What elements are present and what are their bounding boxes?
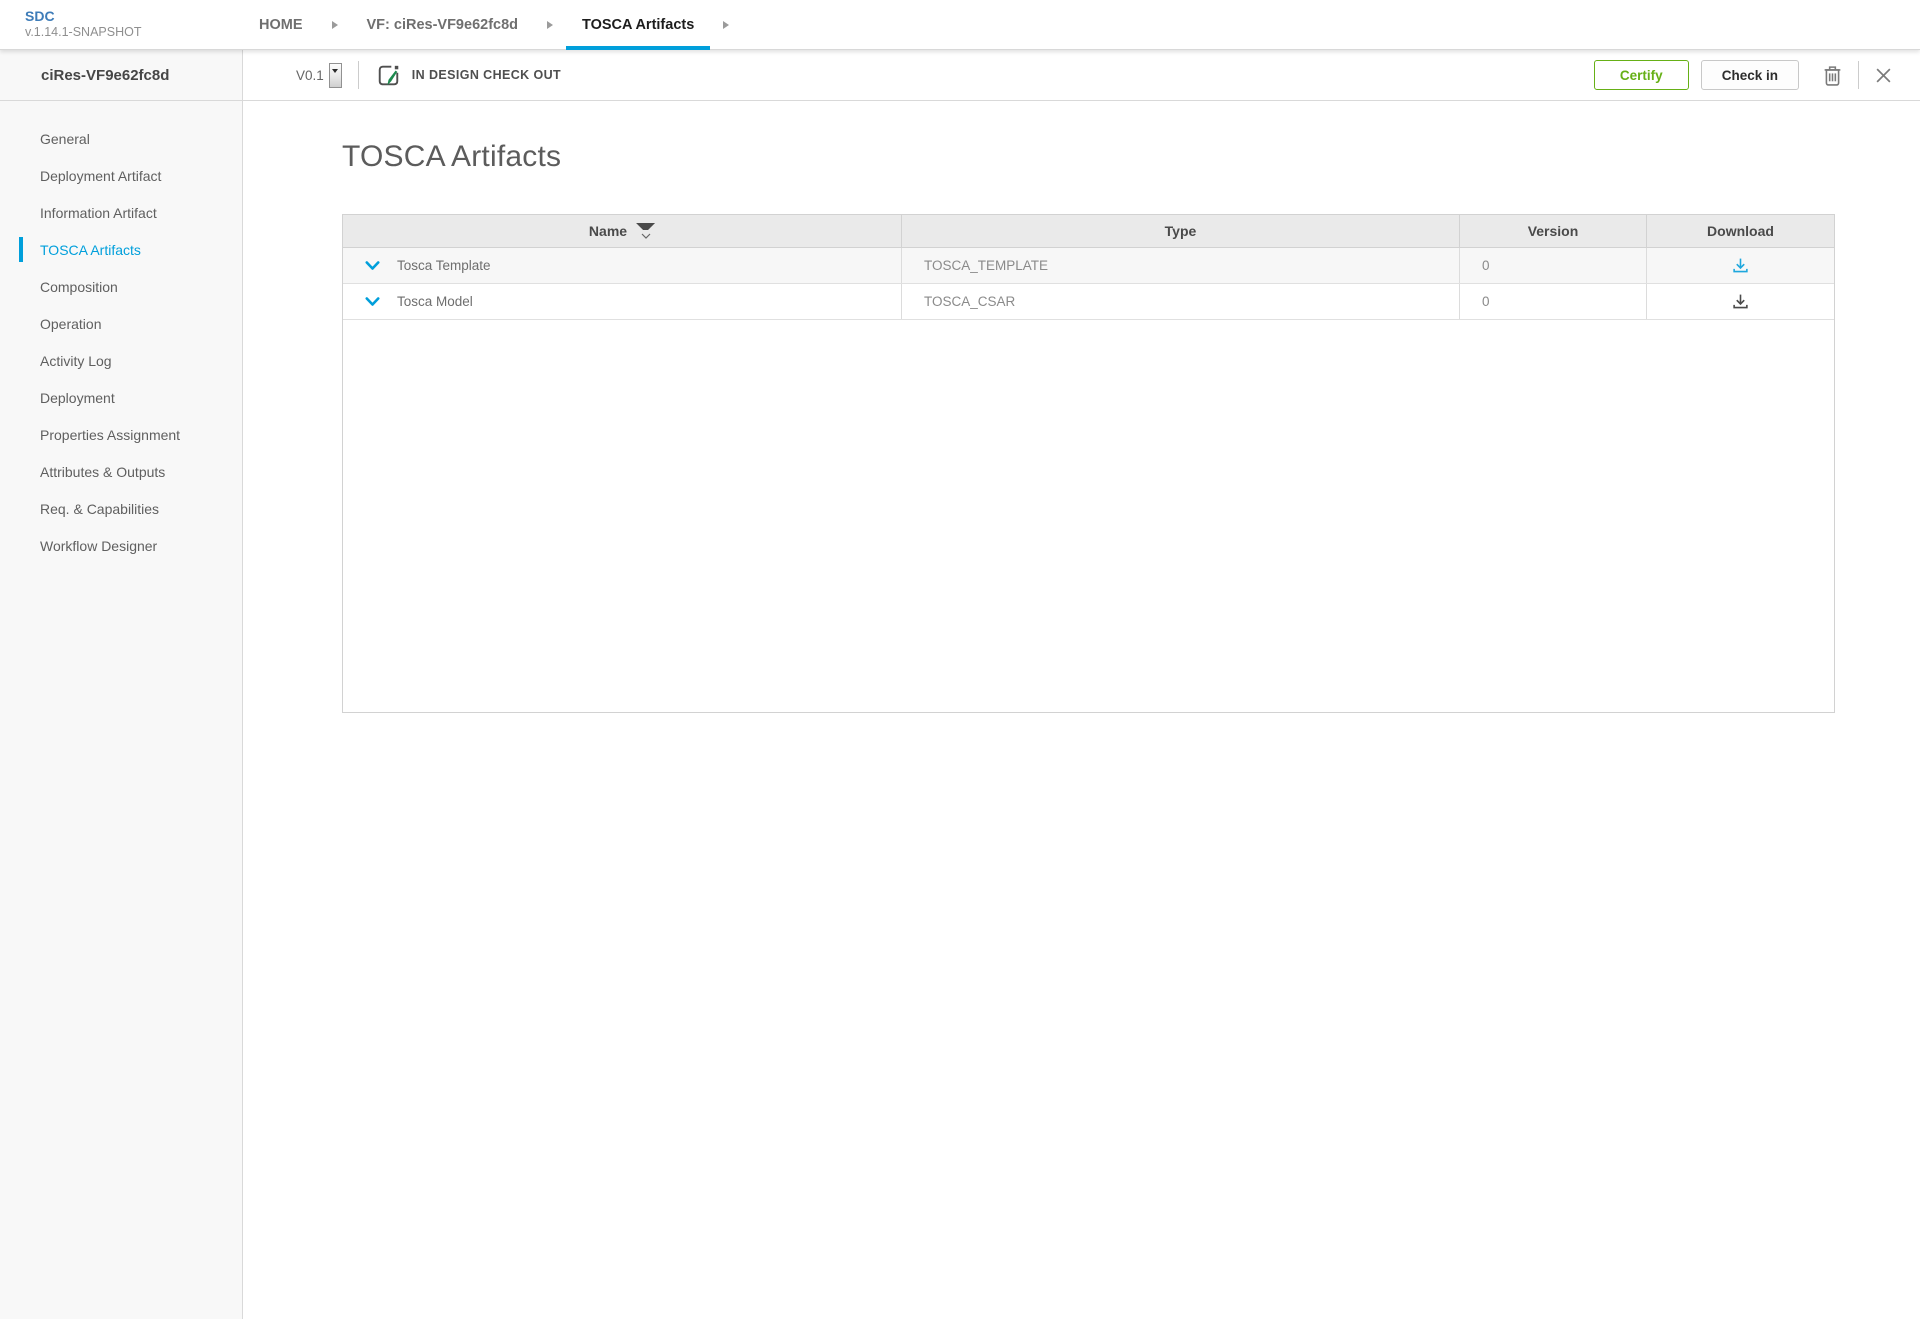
- sidebar-item-composition[interactable]: Composition: [0, 268, 242, 305]
- app-logo-title: SDC: [25, 8, 243, 26]
- app-version: v.1.14.1-SNAPSHOT: [25, 25, 243, 41]
- sidebar-item-req-capabilities[interactable]: Req. & Capabilities: [0, 490, 242, 527]
- top-bar: SDC v.1.14.1-SNAPSHOT HOME VF: ciRes-VF9…: [0, 0, 1920, 50]
- sidebar-item-general[interactable]: General: [0, 120, 242, 157]
- breadcrumb-arrow-icon: [332, 21, 338, 29]
- main-content: TOSCA Artifacts Name Type Version: [243, 101, 1920, 713]
- toolbar: V0.1 IN DESIGN CHECK OUT Certify Check i…: [243, 50, 1920, 101]
- check-in-button[interactable]: Check in: [1701, 60, 1799, 90]
- toolbar-divider: [1858, 61, 1859, 89]
- breadcrumb-tosca-artifacts[interactable]: TOSCA Artifacts: [566, 0, 710, 49]
- sidebar-resource-title: ciRes-VF9e62fc8d: [0, 50, 242, 101]
- sidebar-item-properties-assignment[interactable]: Properties Assignment: [0, 416, 242, 453]
- sidebar-item-attributes-outputs[interactable]: Attributes & Outputs: [0, 453, 242, 490]
- breadcrumb: HOME VF: ciRes-VF9e62fc8d TOSCA Artifact…: [243, 0, 742, 49]
- version-selector[interactable]: [329, 63, 342, 88]
- edit-checkout-icon: [375, 62, 402, 89]
- table-header-row: Name Type Version Download: [343, 215, 1834, 248]
- chevron-down-icon: [365, 261, 380, 271]
- sidebar-item-operation[interactable]: Operation: [0, 305, 242, 342]
- page-title: TOSCA Artifacts: [342, 140, 1920, 174]
- expand-row-button[interactable]: [363, 295, 382, 309]
- certify-button[interactable]: Certify: [1594, 60, 1689, 90]
- close-button[interactable]: [1871, 63, 1896, 88]
- artifact-type: TOSCA_CSAR: [902, 284, 1460, 319]
- sidebar-item-tosca-artifacts[interactable]: TOSCA Artifacts: [0, 231, 242, 268]
- download-button[interactable]: [1729, 290, 1752, 313]
- column-header-version[interactable]: Version: [1460, 215, 1647, 247]
- spinner-down-icon: [332, 69, 338, 73]
- download-icon: [1732, 257, 1749, 274]
- sidebar: ciRes-VF9e62fc8d General Deployment Arti…: [0, 50, 243, 1319]
- artifact-version: 0: [1460, 284, 1647, 319]
- toolbar-divider: [358, 61, 359, 89]
- download-button[interactable]: [1729, 254, 1752, 277]
- delete-button[interactable]: [1819, 61, 1846, 90]
- sidebar-item-information-artifact[interactable]: Information Artifact: [0, 194, 242, 231]
- column-header-download[interactable]: Download: [1647, 215, 1834, 247]
- artifact-type: TOSCA_TEMPLATE: [902, 248, 1460, 283]
- app-logo: SDC v.1.14.1-SNAPSHOT: [0, 0, 243, 49]
- sidebar-item-workflow-designer[interactable]: Workflow Designer: [0, 527, 242, 564]
- trash-icon: [1823, 65, 1842, 86]
- column-header-name[interactable]: Name: [343, 215, 902, 247]
- sidebar-item-deployment-artifact[interactable]: Deployment Artifact: [0, 157, 242, 194]
- sidebar-item-deployment[interactable]: Deployment: [0, 379, 242, 416]
- lifecycle-status-badge: IN DESIGN CHECK OUT: [412, 68, 561, 82]
- breadcrumb-arrow-icon: [547, 21, 553, 29]
- breadcrumb-home[interactable]: HOME: [243, 0, 319, 49]
- artifact-version: 0: [1460, 248, 1647, 283]
- version-label: V0.1: [296, 68, 324, 83]
- breadcrumb-vf[interactable]: VF: ciRes-VF9e62fc8d: [351, 0, 535, 49]
- artifact-name: Tosca Model: [397, 294, 473, 309]
- sidebar-item-activity-log[interactable]: Activity Log: [0, 342, 242, 379]
- artifacts-table: Name Type Version Download: [342, 214, 1835, 713]
- expand-row-button[interactable]: [363, 259, 382, 273]
- table-row-tosca-template: Tosca Template TOSCA_TEMPLATE 0: [343, 248, 1834, 284]
- sidebar-menu: General Deployment Artifact Information …: [0, 101, 242, 564]
- breadcrumb-arrow-icon: [723, 21, 729, 29]
- column-header-type[interactable]: Type: [902, 215, 1460, 247]
- chevron-down-icon: [365, 297, 380, 307]
- download-icon: [1732, 293, 1749, 310]
- close-icon: [1875, 67, 1892, 84]
- sort-descending-icon[interactable]: [636, 223, 655, 239]
- table-row-tosca-model: Tosca Model TOSCA_CSAR 0: [343, 284, 1834, 320]
- artifact-name: Tosca Template: [397, 258, 491, 273]
